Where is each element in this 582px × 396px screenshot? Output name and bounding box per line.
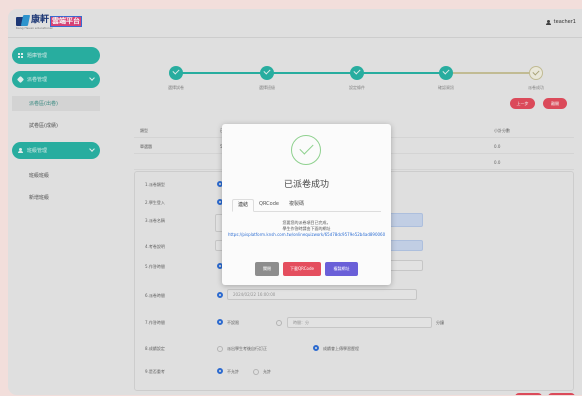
sidebar-group-label: 題庫管理	[27, 53, 48, 59]
bottom-left-button[interactable]	[515, 393, 542, 395]
sidebar-item-label: 新增班級	[29, 195, 50, 201]
tab-copy-code[interactable]: 複製碼	[284, 199, 309, 212]
person-icon	[18, 148, 23, 153]
form-label: 2.學生登入	[145, 200, 165, 205]
option-label: 不設限	[227, 320, 239, 325]
sidebar-item-label: 派卷區(出卷)	[29, 101, 58, 107]
prev-button[interactable]: 上一步	[510, 98, 535, 109]
form-label: 6.派卷時間	[145, 293, 165, 298]
option-label: 不允許	[227, 369, 239, 374]
progress-steps: 選擇試卷 選擇班級 設定條件 確認資訊 派卷成功	[104, 66, 582, 92]
share-tabs: 連結 QRCode 複製碼	[232, 199, 381, 212]
step-5: 派卷成功	[506, 66, 566, 91]
step-4: 確認資訊	[416, 66, 476, 91]
option-label: 成績會上傳學習歷程	[323, 346, 359, 351]
top-bar: 康軒 雲端平台 Kang Hsuan educational teacher1	[8, 9, 582, 38]
form-label: 5.作答時間	[145, 264, 165, 269]
checkbox[interactable]	[217, 346, 223, 352]
pencil-icon	[16, 75, 25, 84]
logo-subtitle: Kang Hsuan educational	[16, 26, 53, 30]
check-icon	[439, 66, 453, 80]
user-menu[interactable]: teacher1	[545, 19, 576, 25]
sidebar-item-class-list[interactable]: 班級班級	[12, 168, 100, 183]
form-label: 4.考卷說明	[145, 244, 165, 249]
sidebar-group-question-bank[interactable]: 題庫管理	[12, 47, 100, 64]
assign-time-field[interactable]: 2024/02/22 16:00:00	[227, 289, 417, 300]
logo-text: 康軒	[31, 15, 50, 25]
logo-mark	[16, 15, 30, 26]
form-label: 8.成績設定	[145, 346, 165, 351]
option-label: 派出學生考後自行訂正	[227, 346, 267, 351]
dialog-actions: 關閉 下載QRCode 複製網址	[222, 262, 391, 276]
user-icon	[545, 19, 551, 25]
share-message: 您要您的派卷項目已完成， 學生作答時請由下面的網址 https://pispla…	[228, 220, 385, 238]
checkbox[interactable]	[313, 345, 319, 351]
sidebar-group-class[interactable]: 班級管理	[12, 142, 100, 159]
chevron-down-icon	[89, 146, 95, 152]
radio-button[interactable]	[217, 319, 223, 325]
grid-icon	[18, 53, 23, 58]
radio-button[interactable]	[253, 369, 259, 375]
logo-tag: 雲端平台	[50, 16, 83, 27]
dialog-title: 已派卷成功	[283, 180, 329, 190]
sidebar-group-label: 班級管理	[27, 148, 48, 154]
step-1: 選擇試卷	[146, 66, 206, 91]
form-label: 3.派卷名稱	[145, 218, 165, 223]
check-circle-icon	[291, 135, 321, 165]
tab-qrcode[interactable]: QRCode	[254, 199, 284, 212]
logo[interactable]: 康軒 雲端平台 Kang Hsuan educational	[16, 15, 83, 32]
check-icon	[169, 66, 183, 80]
radio-button[interactable]	[217, 368, 223, 374]
tab-link[interactable]: 連結	[232, 199, 255, 212]
radio-button[interactable]	[276, 320, 282, 326]
sidebar-item-new-class[interactable]: 新增班級	[12, 190, 100, 205]
form-label: 7.作答時間	[145, 320, 165, 325]
exit-button[interactable]: 離開	[543, 98, 567, 109]
form-label: 9.是否重考	[145, 369, 165, 374]
radio-button[interactable]	[217, 292, 223, 298]
bottom-right-button[interactable]	[548, 393, 575, 395]
sidebar-item-label: 試卷區(成績)	[29, 123, 58, 129]
step-2: 選擇班級	[237, 66, 297, 91]
sidebar-item-label: 班級班級	[29, 173, 50, 179]
download-qrcode-button[interactable]: 下載QRCode	[283, 262, 321, 276]
sidebar-group-label: 派卷管理	[27, 77, 48, 83]
check-icon	[350, 66, 364, 80]
unit-label: 分鐘	[436, 320, 444, 325]
sidebar: 題庫管理 派卷管理 派卷區(出卷) 試卷區(成績) 班級管理 班級班級 新增班級	[8, 38, 104, 395]
sidebar-item-test-area[interactable]: 試卷區(成績)	[12, 118, 100, 133]
success-dialog: 已派卷成功 連結 QRCode 複製碼 您要您的派卷項目已完成， 學生作答時請由…	[222, 124, 391, 285]
duration-field[interactable]: 時間：分	[287, 317, 432, 328]
check-icon	[260, 66, 274, 80]
copy-url-button[interactable]: 複製網址	[325, 262, 358, 276]
chevron-down-icon	[89, 75, 95, 81]
sidebar-item-assign-area[interactable]: 派卷區(出卷)	[12, 96, 100, 111]
assignment-url-link[interactable]: https://pisplatform.knsh.com.tw/onlinequ…	[228, 232, 385, 238]
sidebar-group-assign[interactable]: 派卷管理	[12, 71, 100, 88]
check-icon	[529, 66, 543, 80]
option-label: 允許	[263, 369, 271, 374]
form-label: 1.派卷類型	[145, 182, 165, 187]
step-3: 設定條件	[327, 66, 387, 91]
close-button[interactable]: 關閉	[255, 262, 279, 276]
user-name: teacher1	[553, 19, 576, 25]
